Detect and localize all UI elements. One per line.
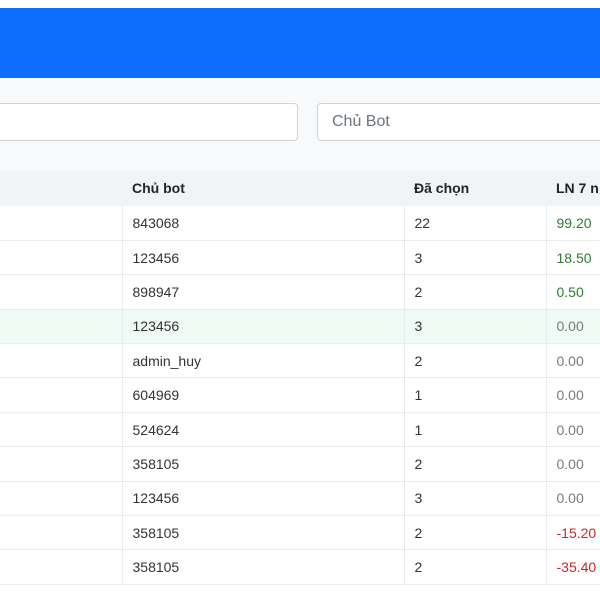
profit-cell: -15.20: [545, 515, 600, 550]
bot-table-container: Chủ bot Đã chọn LN 7 n 843068 22 99.20 1234…: [0, 170, 600, 585]
owner-cell: 123456: [121, 240, 404, 275]
owner-cell: 358105: [121, 446, 404, 482]
owner-cell: 898947: [121, 274, 404, 310]
profit-cell: -35.40: [545, 549, 600, 585]
bot-name-cell: [0, 516, 122, 550]
owner-cell: 358105: [121, 549, 404, 585]
page: Chủ bot Đã chọn LN 7 n 8430682299.201234…: [0, 0, 600, 600]
table-row[interactable]: 358105 2 0.00: [0, 446, 600, 482]
selected-count-cell: 2: [403, 343, 546, 378]
bot-name-cell: [0, 378, 122, 412]
profit-cell: 0.00: [545, 481, 600, 516]
table-row[interactable]: 123456 3 18.50: [0, 240, 600, 275]
table-row[interactable]: 358105 2 -35.40: [0, 549, 600, 585]
table-row[interactable]: 123456 3 0.00: [0, 309, 600, 344]
selected-count-cell: 1: [403, 412, 546, 447]
table-row[interactable]: 524624 1 0.00: [0, 412, 600, 447]
owner-cell: 524624: [121, 412, 404, 447]
column-header-selected[interactable]: Đã chọn: [404, 170, 546, 206]
profit-cell: 0.00: [545, 412, 600, 447]
profit-cell: 0.00: [545, 309, 600, 344]
bot-name-cell: [0, 309, 122, 343]
bot-name-cell: [0, 344, 122, 378]
selected-count-cell: 1: [403, 377, 546, 413]
table-row[interactable]: 358105 2 -15.20: [0, 515, 600, 550]
bot-name-cell: [0, 447, 122, 481]
profit-cell: 99.20: [545, 206, 600, 241]
top-strip: [0, 0, 600, 8]
table-row[interactable]: admin_huy 2 0.00: [0, 343, 600, 378]
bot-owner-filter-input[interactable]: [317, 103, 600, 141]
bot-name-cell: [0, 481, 122, 515]
table-row[interactable]: 123456 3 0.00: [0, 481, 600, 516]
bot-table: Chủ bot Đã chọn LN 7 n 843068 22 99.20 1234…: [0, 170, 600, 585]
owner-cell: 358105: [121, 515, 404, 550]
table-row[interactable]: 843068 22 99.20: [0, 206, 600, 241]
owner-cell: 843068: [121, 206, 404, 241]
selected-count-cell: 2: [403, 515, 546, 550]
profit-cell: 18.50: [545, 240, 600, 275]
owner-cell: 123456: [121, 481, 404, 516]
selected-count-cell: 22: [403, 206, 546, 241]
bot-name-cell: [0, 550, 122, 584]
profit-cell: 0.00: [545, 343, 600, 378]
header-bar: [0, 8, 600, 78]
bot-name-cell: [0, 412, 122, 446]
selected-count-cell: 2: [403, 274, 546, 310]
table-row[interactable]: 898947 2 0.50: [0, 274, 600, 310]
profit-cell: 0.50: [545, 274, 600, 310]
table-header-row: Chủ bot Đã chọn LN 7 n: [0, 170, 600, 206]
selected-count-cell: 3: [403, 309, 546, 344]
owner-cell: 123456: [121, 309, 404, 344]
search-input[interactable]: [0, 103, 298, 141]
bot-name-cell: [0, 206, 122, 240]
bot-name-cell: [0, 240, 122, 274]
selected-count-cell: 2: [403, 549, 546, 585]
column-header-profit[interactable]: LN 7 n: [546, 170, 600, 206]
column-header-owner[interactable]: Chủ bot: [122, 170, 404, 206]
selected-count-cell: 3: [403, 481, 546, 516]
column-header-bot[interactable]: [0, 170, 122, 206]
table-row[interactable]: 604969 1 0.00: [0, 377, 600, 413]
bot-name-cell: [0, 275, 122, 309]
table-body: 843068 22 99.20 123456 3 18.50 898947 2 0.50 1234…: [0, 206, 600, 585]
profit-cell: 0.00: [545, 446, 600, 482]
owner-cell: admin_huy: [121, 343, 404, 378]
owner-cell: 604969: [121, 377, 404, 413]
selected-count-cell: 2: [403, 446, 546, 482]
selected-count-cell: 3: [403, 240, 546, 275]
profit-cell: 0.00: [545, 377, 600, 413]
